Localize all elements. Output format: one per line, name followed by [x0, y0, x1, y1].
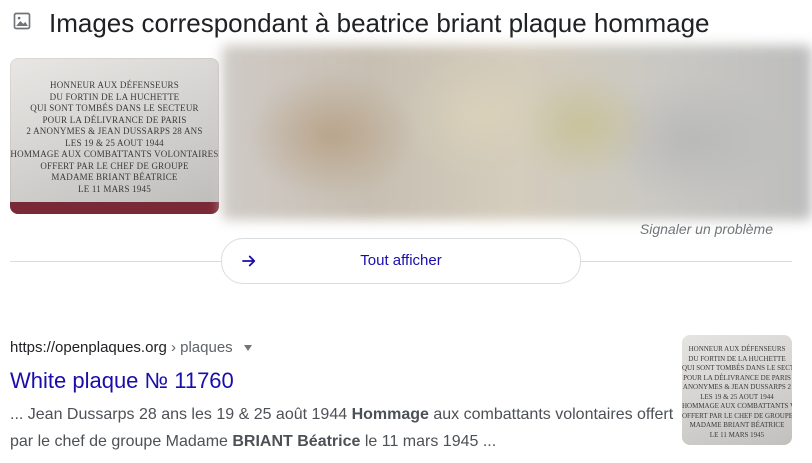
report-problem-link[interactable]: Signaler un problème [640, 221, 773, 237]
plaque-line: QUI SONT TOMBÉS DANS LE SECTEUR [682, 364, 792, 372]
plaque-line: 2 ANONYMES & JEAN DUSSARPS 28 ANS [26, 126, 203, 136]
plaque-line: ANONYMES & JEAN DUSSARPS 2 [682, 383, 792, 391]
snippet-highlight: BRIANT Béatrice [232, 433, 361, 450]
plaque-image-thumbnail[interactable]: HONNEUR AUX DÉFENSEURS DU FORTIN DE LA H… [10, 58, 219, 214]
result-cite[interactable]: https://openplaques.org › plaques [10, 339, 253, 356]
plaque-line: OFFERT PAR LE CHEF DE GROUPE [682, 411, 792, 420]
snippet-highlight: Hommage [351, 406, 429, 423]
plaque-line: HONNEUR AUX DÉFENSEURS [50, 80, 179, 90]
plaque-line: LES 19 & 25 AOUT 1944 [700, 392, 774, 401]
plaque-line: LES 19 & 25 AOUT 1944 [65, 137, 164, 148]
divider [10, 261, 222, 262]
divider [580, 261, 792, 262]
snippet-text: le 11 mars 1945 ... [360, 433, 497, 450]
section-title: Images correspondant à beatrice briant p… [49, 8, 710, 38]
plaque-line: MADAME BRIANT BÉATRICE [689, 421, 785, 429]
plaque-line: DU FORTIN DE LA HUCHETTE [49, 91, 180, 102]
plaque-line: QUI SONT TOMBÉS DANS LE SECTEUR [30, 103, 199, 113]
show-all-label: Tout afficher [360, 252, 442, 269]
plaque-line: LE 11 MARS 1945 [709, 430, 765, 439]
result-thumbnail[interactable]: HONNEUR AUX DÉFENSEURS DU FORTIN DE LA H… [682, 335, 792, 445]
blurred-image-thumbnail[interactable] [222, 45, 812, 220]
image-icon [13, 12, 31, 30]
show-all-button[interactable]: Tout afficher [221, 238, 581, 284]
plaque-line: OFFERT PAR LE CHEF DE GROUPE [40, 160, 189, 171]
plaque-line: HONNEUR AUX DÉFENSEURS [688, 345, 786, 353]
plaque-line: LE 11 MARS 1945 [78, 183, 151, 194]
plaque-text: HONNEUR AUX DÉFENSEURS DU FORTIN DE LA H… [682, 345, 792, 440]
plaque-line: POUR LA DÉLIVRANCE DE PARIS [42, 114, 187, 125]
result-domain: https://openplaques.org [10, 339, 167, 356]
plaque-line: DU FORTIN DE LA HUCHETTE [688, 354, 786, 363]
plaque-line: POUR LA DÉLIVRANCE DE PARIS [683, 373, 791, 382]
result-title-link[interactable]: White plaque № 11760 [10, 366, 234, 396]
plaque-text: HONNEUR AUX DÉFENSEURS DU FORTIN DE LA H… [10, 80, 219, 195]
snippet-text: ... Jean Dussarps 28 ans les 19 & 25 aoû… [10, 406, 352, 423]
caret-down-icon[interactable] [243, 344, 253, 352]
result-path: › plaques [166, 339, 233, 356]
result-snippet: ... Jean Dussarps 28 ans les 19 & 25 aoû… [10, 401, 676, 455]
plaque-line: HOMMAGE AUX COMBATTANTS VOLONTAIRES [10, 149, 219, 159]
plaque-line: HOMMAGE AUX COMBATTANTS VOLON [682, 402, 792, 410]
plaque-line: MADAME BRIANT BÉATRICE [51, 172, 178, 182]
